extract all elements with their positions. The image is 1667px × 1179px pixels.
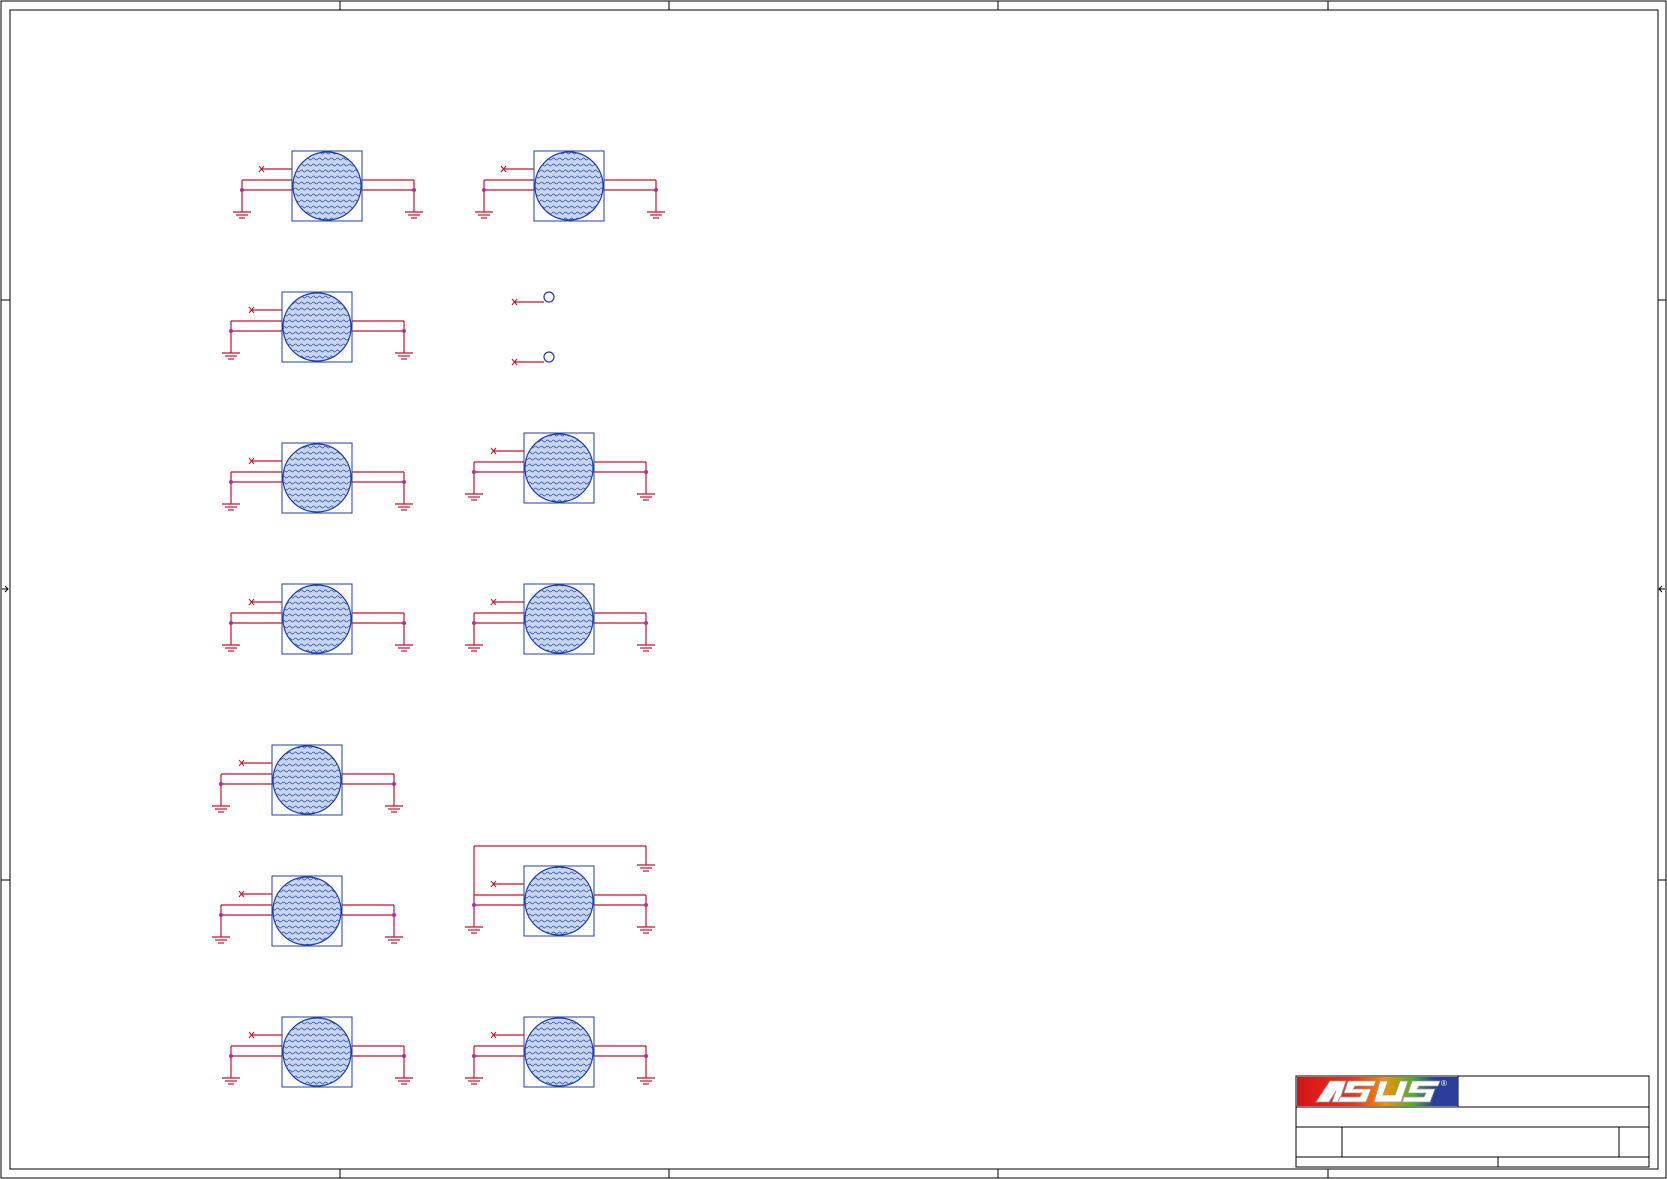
mounting-hole[interactable] bbox=[233, 150, 423, 222]
mounting-hole[interactable] bbox=[465, 583, 655, 655]
mounting-hole[interactable] bbox=[222, 291, 413, 363]
mounting-hole[interactable] bbox=[212, 744, 403, 816]
mounting-hole[interactable] bbox=[222, 583, 413, 655]
mounting-hole[interactable] bbox=[465, 1016, 655, 1088]
mounting-hole[interactable] bbox=[222, 1016, 413, 1088]
mounting-hole[interactable] bbox=[465, 432, 655, 504]
mounting-hole[interactable] bbox=[475, 150, 665, 222]
asus-logo: ® bbox=[1297, 1077, 1458, 1106]
test-point[interactable] bbox=[511, 291, 555, 306]
sheet-frame bbox=[0, 0, 1667, 1179]
test-point[interactable] bbox=[511, 351, 555, 366]
title-block: ® bbox=[1295, 1075, 1650, 1168]
mounting-hole[interactable] bbox=[212, 875, 403, 947]
test-point-group bbox=[511, 291, 555, 366]
mounting-holes bbox=[212, 150, 665, 1088]
schematic-sheet: ® bbox=[0, 0, 1667, 1179]
registered-mark: ® bbox=[1441, 1079, 1447, 1088]
mounting-hole[interactable] bbox=[465, 845, 655, 937]
mounting-hole[interactable] bbox=[222, 442, 413, 514]
